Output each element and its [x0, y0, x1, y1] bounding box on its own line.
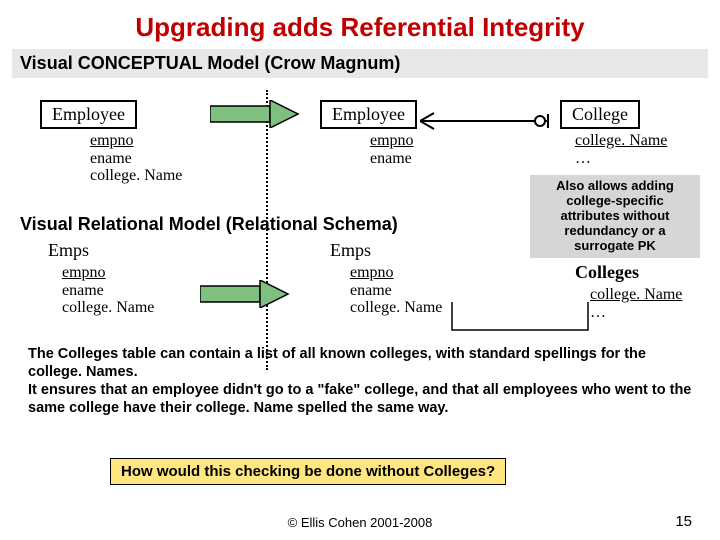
attrs-employee-left: empno ename college. Name	[90, 132, 182, 185]
entity-employee-right: Employee	[320, 100, 417, 129]
attr-pk: empno	[62, 264, 154, 282]
attrs-college: college. Name …	[575, 132, 667, 167]
attr: ename	[90, 150, 182, 168]
attr-pk: empno	[350, 264, 442, 282]
relattrs-emps-left: empno ename college. Name	[62, 264, 154, 317]
relationship-line	[420, 112, 562, 135]
relation-emps-left: Emps	[48, 240, 89, 261]
fk-line	[450, 300, 590, 345]
page-number: 15	[675, 513, 692, 530]
question-box: How would this checking be done without …	[110, 458, 506, 485]
relattrs-colleges: college. Name …	[590, 286, 682, 321]
entity-college: College	[560, 100, 640, 129]
attr-pk: college. Name	[590, 286, 682, 304]
section-conceptual: Visual CONCEPTUAL Model (Crow Magnum)	[12, 49, 708, 78]
attr: ename	[62, 282, 154, 300]
relation-emps-right: Emps	[330, 240, 371, 261]
attrs-employee-right: empno ename	[370, 132, 414, 167]
attr: …	[575, 150, 667, 168]
relattrs-emps-right: empno ename college. Name	[350, 264, 442, 317]
attr: ename	[350, 282, 442, 300]
slide-title: Upgrading adds Referential Integrity	[0, 0, 720, 43]
upgrade-arrow-icon	[210, 100, 300, 133]
note-box: Also allows adding college-specific attr…	[530, 175, 700, 258]
attr: …	[590, 304, 682, 322]
attr-pk: empno	[90, 132, 182, 150]
entity-employee-left: Employee	[40, 100, 137, 129]
explanation-text: The Colleges table can contain a list of…	[28, 345, 692, 418]
attr-pk: college. Name	[575, 132, 667, 150]
attr-pk: empno	[370, 132, 414, 150]
section-relational: Visual Relational Model (Relational Sche…	[12, 210, 406, 239]
attr: college. Name	[350, 299, 442, 317]
attr: college. Name	[62, 299, 154, 317]
upgrade-arrow-icon	[200, 280, 290, 313]
attr: ename	[370, 150, 414, 168]
attr: college. Name	[90, 167, 182, 185]
copyright: © Ellis Cohen 2001-2008	[0, 515, 720, 530]
relation-colleges: Colleges	[575, 262, 639, 283]
